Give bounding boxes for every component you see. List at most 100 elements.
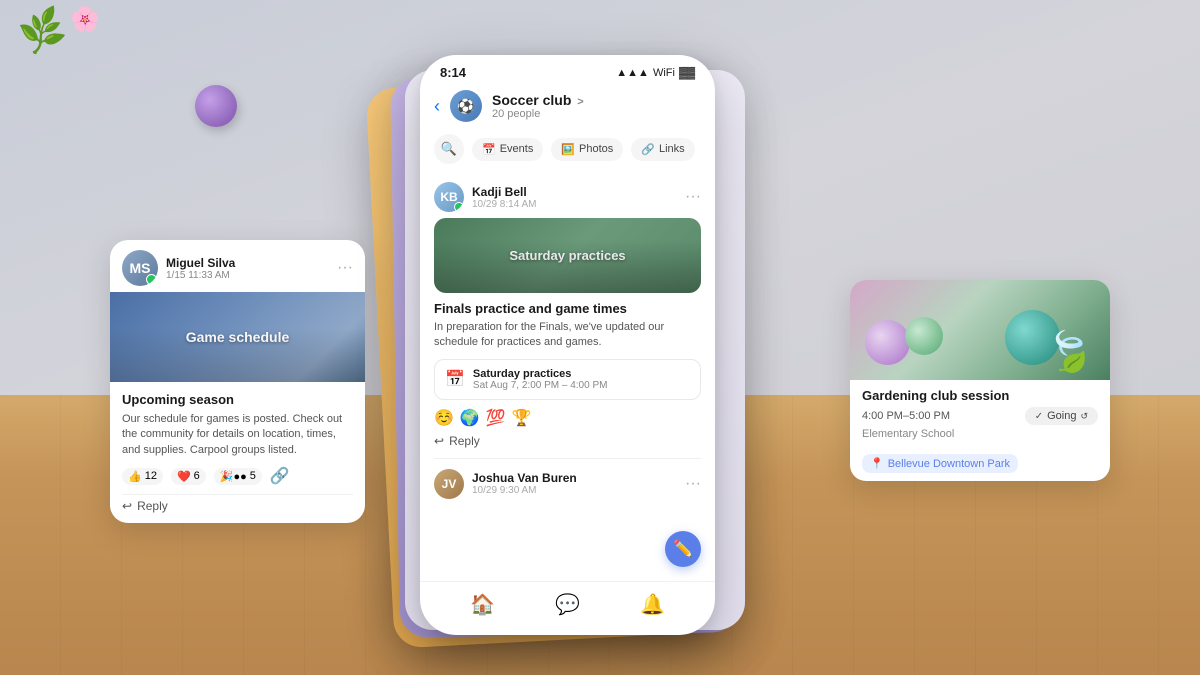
card-right-image: 🍃 (850, 280, 1110, 380)
tab-links[interactable]: 🔗 Links (631, 138, 694, 161)
group-name: Soccer club > (492, 92, 701, 108)
location-tag[interactable]: 📍 Bellevue Downtown Park (862, 454, 1018, 473)
msg-user-kadji: KB Kadji Bell 10/29 8:14 AM (434, 182, 537, 212)
user-info-left: Miguel Silva 1/15 11:33 AM (166, 256, 235, 281)
card-left-reply-button[interactable]: ↩ Reply (122, 494, 353, 513)
user-name-miguel: Miguel Silva (166, 256, 235, 270)
card-right-title: Gardening club session (850, 380, 1110, 407)
plant-decoration (0, 0, 180, 80)
status-icons: ▲▲▲ WiFi ▓▓ (616, 67, 695, 79)
group-members: 20 people (492, 108, 701, 120)
msg-time-joshua: 10/29 9:30 AM (472, 485, 577, 496)
avatar-miguel: MS (122, 250, 158, 286)
card-img-orb-1 (865, 320, 910, 365)
reaction-count-3: 5 (250, 470, 256, 482)
photos-icon: 🖼️ (561, 143, 575, 156)
event-details: Saturday practices Sat Aug 7, 2:00 PM – … (473, 368, 608, 391)
location-pin-icon: 📍 (870, 457, 884, 470)
msg-time-kadji: 10/29 8:14 AM (472, 199, 537, 210)
msg-header-kadji: KB Kadji Bell 10/29 8:14 AM ··· (434, 182, 701, 212)
event-calendar-icon: 📅 (445, 369, 465, 389)
reaction-emoji-2[interactable]: 🌍 (460, 408, 480, 428)
group-info: Soccer club > 20 people (492, 92, 701, 120)
msg-name-joshua: Joshua Van Buren (472, 471, 577, 485)
reaction-count-1: 12 (145, 470, 157, 482)
nav-chat[interactable]: 💬 (555, 592, 580, 617)
tab-photos[interactable]: 🖼️ Photos (551, 138, 623, 161)
tab-events-label: Events (500, 143, 534, 155)
going-badge[interactable]: ✓ Going ↺ (1025, 407, 1098, 425)
event-date: Sat Aug 7, 2:00 PM – 4:00 PM (473, 380, 608, 391)
dots-menu-joshua[interactable]: ··· (685, 475, 701, 493)
phone-device: 8:14 ▲▲▲ WiFi ▓▓ ‹ ⚽ Soccer club > 20 pe… (420, 55, 715, 635)
message-item-kadji: KB Kadji Bell 10/29 8:14 AM ··· Saturday… (420, 172, 715, 458)
reaction-party[interactable]: 🎉●● 5 (214, 468, 262, 485)
group-avatar: ⚽ (450, 90, 482, 122)
msg-user-joshua: JV Joshua Van Buren 10/29 9:30 AM (434, 469, 577, 499)
chat-icon: 💬 (555, 592, 580, 617)
purple-ball-decoration (195, 85, 237, 127)
card-right-location: Elementary School (862, 428, 1098, 440)
nav-notifications[interactable]: 🔔 (640, 592, 665, 617)
reaction-emoji-4[interactable]: 🏆 (512, 408, 532, 428)
status-time: 8:14 (440, 65, 466, 80)
card-right-time-row: 4:00 PM–5:00 PM ✓ Going ↺ (862, 407, 1098, 425)
card-left-image: Game schedule (110, 292, 365, 382)
location-tag-text: Bellevue Downtown Park (888, 458, 1010, 470)
card-left-title: Upcoming season (122, 392, 353, 407)
home-icon: 🏠 (470, 592, 495, 617)
tab-photos-label: Photos (579, 143, 613, 155)
links-icon: 🔗 (641, 143, 655, 156)
card-left-user: MS Miguel Silva 1/15 11:33 AM (122, 250, 235, 286)
card-left-content: Upcoming season Our schedule for games i… (110, 382, 365, 523)
avatar-kadji: KB (434, 182, 464, 212)
msg-reactions-kadji: ☺️ 🌍 💯 🏆 (434, 408, 701, 428)
nav-home[interactable]: 🏠 (470, 592, 495, 617)
phone-messages: KB Kadji Bell 10/29 8:14 AM ··· Saturday… (420, 172, 715, 581)
reaction-emoji-3[interactable]: 💯 (486, 408, 506, 428)
left-card: MS Miguel Silva 1/15 11:33 AM ··· Game s… (110, 240, 365, 523)
msg-image-label-kadji: Saturday practices (509, 248, 625, 263)
phone-bottom-nav: 🏠 💬 🔔 (420, 581, 715, 635)
status-bar: 8:14 ▲▲▲ WiFi ▓▓ (420, 55, 715, 84)
msg-image-kadji: Saturday practices (434, 218, 701, 293)
right-card-gardening: 🍃 Gardening club session 4:00 PM–5:00 PM… (850, 280, 1110, 481)
msg-body-kadji: In preparation for the Finals, we've upd… (434, 320, 701, 351)
going-check-icon: ✓ (1035, 411, 1043, 422)
dots-menu-kadji[interactable]: ··· (685, 188, 701, 206)
card-img-orb-2 (905, 317, 943, 355)
card-left-image-text: Game schedule (186, 329, 290, 345)
avatar-joshua: JV (434, 469, 464, 499)
user-time-miguel: 1/15 11:33 AM (166, 270, 235, 281)
event-card-saturday[interactable]: 📅 Saturday practices Sat Aug 7, 2:00 PM … (434, 359, 701, 400)
events-icon: 📅 (482, 143, 496, 156)
msg-name-kadji: Kadji Bell (472, 185, 537, 199)
card-left-body: Our schedule for games is posted. Check … (122, 412, 353, 458)
reaction-heart[interactable]: ❤️ 6 (171, 468, 206, 485)
reply-label-kadji: Reply (449, 434, 480, 448)
search-button[interactable]: 🔍 (434, 134, 464, 164)
bell-icon: 🔔 (640, 592, 665, 617)
phone-header: ‹ ⚽ Soccer club > 20 people (420, 84, 715, 130)
tab-events[interactable]: 📅 Events (472, 138, 543, 161)
battery-icon: ▓▓ (679, 67, 695, 79)
reaction-count-2: 6 (194, 470, 200, 482)
reply-label-left: Reply (137, 499, 168, 513)
card-left-reactions: 👍 12 ❤️ 6 🎉●● 5 🔗 (122, 466, 353, 486)
tab-links-label: Links (659, 143, 685, 155)
reply-button-kadji[interactable]: ↩ Reply (434, 434, 701, 448)
dots-menu-left[interactable]: ··· (337, 259, 353, 277)
msg-header-joshua: JV Joshua Van Buren 10/29 9:30 AM ··· (434, 469, 701, 499)
group-arrow: > (577, 96, 583, 108)
reaction-thumbs[interactable]: 👍 12 (122, 468, 163, 485)
phone-search-tabs: 🔍 📅 Events 🖼️ Photos 🔗 Links (420, 130, 715, 172)
reaction-emoji-1[interactable]: ☺️ (434, 408, 454, 428)
compose-fab[interactable]: ✏️ (665, 531, 701, 567)
card-right-details: 4:00 PM–5:00 PM ✓ Going ↺ Elementary Sch… (850, 407, 1110, 450)
msg-title-kadji: Finals practice and game times (434, 301, 701, 316)
reply-arrow-icon-kadji: ↩ (434, 434, 444, 448)
back-button[interactable]: ‹ (434, 96, 440, 117)
compose-icon: ✏️ (673, 539, 693, 559)
card-right-footer: 📍 Bellevue Downtown Park (850, 450, 1110, 481)
wifi-icon: WiFi (653, 67, 675, 79)
